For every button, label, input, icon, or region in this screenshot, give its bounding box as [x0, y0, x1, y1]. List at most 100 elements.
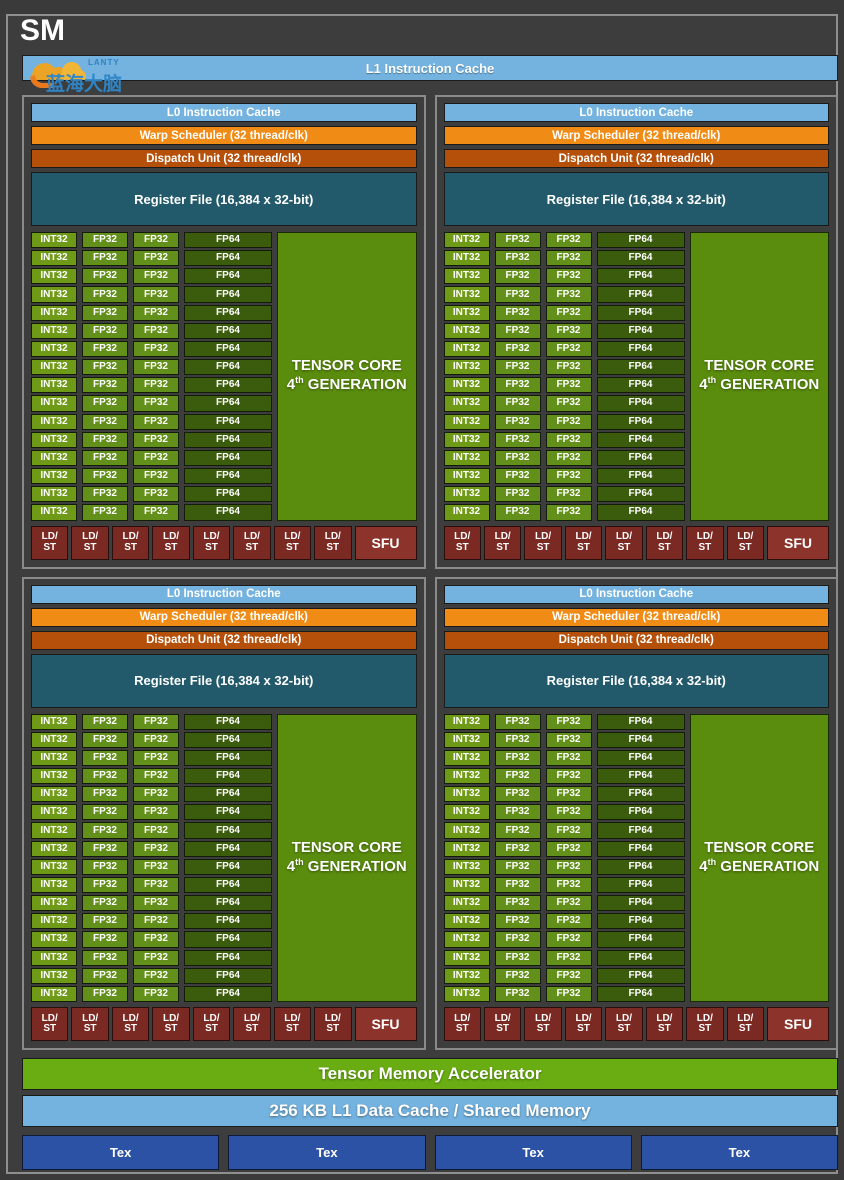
ldst-label-line1: LD/: [82, 532, 98, 543]
fp64-core: FP64: [597, 931, 685, 947]
fp32-core: FP32: [495, 714, 541, 730]
fp32-core: FP32: [495, 841, 541, 857]
int32-core: INT32: [444, 305, 490, 321]
fp64-core: FP64: [184, 786, 272, 802]
load-store-unit: LD/ST: [605, 1007, 642, 1041]
l0-instruction-cache: L0 Instruction Cache: [444, 103, 830, 122]
fp32-core: FP32: [133, 432, 179, 448]
generation-word: GENERATION: [720, 858, 819, 875]
fp32-core: FP32: [495, 504, 541, 520]
fp64-core: FP64: [597, 286, 685, 302]
fp32-core: FP32: [546, 268, 592, 284]
processing-block-grid: L0 Instruction Cache Warp Scheduler (32 …: [22, 95, 838, 1050]
fp64-core: FP64: [597, 913, 685, 929]
generation-word: GENERATION: [308, 858, 407, 875]
fp64-core: FP64: [597, 250, 685, 266]
ldst-sfu-row: LD/STLD/STLD/STLD/STLD/STLD/STLD/STLD/ST…: [444, 1007, 830, 1041]
load-store-unit: LD/ST: [565, 526, 602, 560]
int32-core: INT32: [31, 913, 77, 929]
generation-word: GENERATION: [720, 376, 819, 393]
fp32-core: FP32: [133, 750, 179, 766]
int32-core: INT32: [444, 232, 490, 248]
int32-core: INT32: [444, 986, 490, 1002]
ldst-label-line2: ST: [658, 1024, 671, 1035]
fp32-core: FP32: [133, 859, 179, 875]
fp32-core: FP32: [82, 286, 128, 302]
ldst-label-line2: ST: [165, 1024, 178, 1035]
int32-core: INT32: [444, 504, 490, 520]
fp32-core: FP32: [82, 931, 128, 947]
fp64-core: FP64: [184, 432, 272, 448]
int32-core: INT32: [444, 268, 490, 284]
ldst-label-line2: ST: [43, 1024, 56, 1035]
load-store-unit: LD/ST: [444, 1007, 481, 1041]
load-store-unit: LD/ST: [274, 526, 311, 560]
fp64-core: FP64: [597, 786, 685, 802]
fp32-core: FP32: [133, 414, 179, 430]
core-array: INT32INT32INT32INT32INT32INT32INT32INT32…: [444, 232, 830, 521]
ldst-label-line2: ST: [456, 543, 469, 554]
ldst-label-line2: ST: [326, 1024, 339, 1035]
tensor-core-block: TENSOR CORE 4th GENERATION: [277, 232, 417, 521]
fp32-core: FP32: [133, 968, 179, 984]
int32-core: INT32: [444, 895, 490, 911]
special-function-unit: SFU: [767, 526, 829, 560]
int32-core: INT32: [444, 414, 490, 430]
fp64-core: FP64: [184, 468, 272, 484]
fp64-core: FP64: [597, 895, 685, 911]
fp32-core: FP32: [82, 877, 128, 893]
fp32-core: FP32: [495, 486, 541, 502]
load-store-unit: LD/ST: [565, 1007, 602, 1041]
load-store-unit: LD/ST: [727, 526, 764, 560]
int32-core: INT32: [444, 450, 490, 466]
int32-core: INT32: [31, 305, 77, 321]
fp32-column-a: FP32FP32FP32FP32FP32FP32FP32FP32FP32FP32…: [495, 232, 541, 521]
ldst-label-line2: ST: [698, 543, 711, 554]
ldst-label-line2: ST: [698, 1024, 711, 1035]
load-store-unit: LD/ST: [524, 1007, 561, 1041]
fp32-core: FP32: [133, 468, 179, 484]
fp64-core: FP64: [184, 841, 272, 857]
l0-instruction-cache: L0 Instruction Cache: [31, 585, 417, 604]
fp32-core: FP32: [82, 486, 128, 502]
fp64-core: FP64: [184, 859, 272, 875]
fp32-core: FP32: [546, 913, 592, 929]
fp32-core: FP32: [546, 895, 592, 911]
fp64-core: FP64: [597, 804, 685, 820]
int32-core: INT32: [31, 750, 77, 766]
fp64-core: FP64: [597, 504, 685, 520]
fp32-core: FP32: [133, 877, 179, 893]
tensor-core-block: TENSOR CORE 4th GENERATION: [690, 232, 830, 521]
fp32-core: FP32: [495, 950, 541, 966]
fp64-core: FP64: [597, 768, 685, 784]
fp32-core: FP32: [82, 323, 128, 339]
fp32-core: FP32: [546, 877, 592, 893]
ldst-sfu-row: LD/STLD/STLD/STLD/STLD/STLD/STLD/STLD/ST…: [31, 1007, 417, 1041]
fp64-core: FP64: [184, 732, 272, 748]
fp64-column: FP64FP64FP64FP64FP64FP64FP64FP64FP64FP64…: [597, 232, 685, 521]
fp32-core: FP32: [133, 732, 179, 748]
fp32-core: FP32: [546, 822, 592, 838]
load-store-unit: LD/ST: [112, 1007, 149, 1041]
fp32-core: FP32: [82, 841, 128, 857]
fp32-core: FP32: [546, 468, 592, 484]
fp64-core: FP64: [597, 377, 685, 393]
int32-core: INT32: [31, 486, 77, 502]
fp32-core: FP32: [495, 359, 541, 375]
fp32-column-b: FP32FP32FP32FP32FP32FP32FP32FP32FP32FP32…: [133, 232, 179, 521]
int32-core: INT32: [31, 377, 77, 393]
fp32-core: FP32: [495, 414, 541, 430]
load-store-unit: LD/ST: [314, 1007, 351, 1041]
load-store-unit: LD/ST: [484, 1007, 521, 1041]
load-store-unit: LD/ST: [152, 526, 189, 560]
ldst-label-line1: LD/: [575, 532, 591, 543]
load-store-unit: LD/ST: [31, 526, 68, 560]
ldst-label-line1: LD/: [535, 532, 551, 543]
fp32-core: FP32: [82, 341, 128, 357]
fp32-core: FP32: [133, 341, 179, 357]
ldst-label-line2: ST: [124, 543, 137, 554]
ldst-label-line2: ST: [577, 543, 590, 554]
fp64-core: FP64: [184, 232, 272, 248]
fp32-core: FP32: [546, 804, 592, 820]
int32-core: INT32: [444, 931, 490, 947]
